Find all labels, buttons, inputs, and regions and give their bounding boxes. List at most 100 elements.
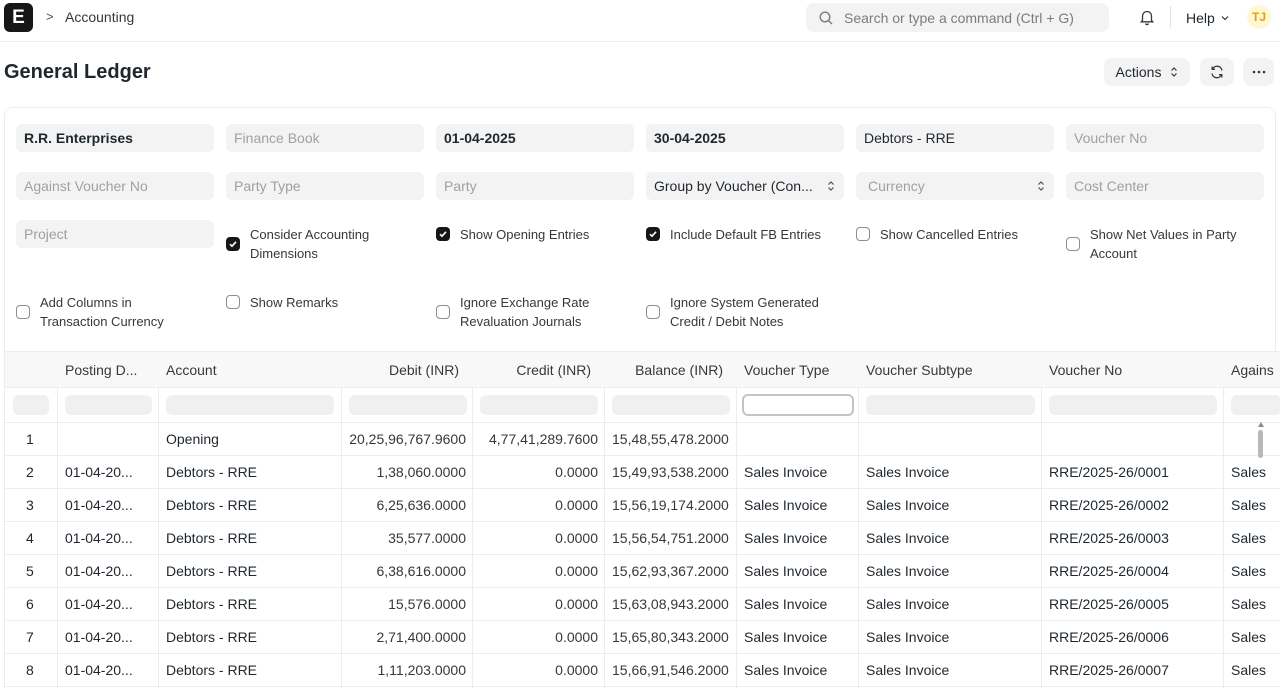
table-scrollbar[interactable] (1258, 422, 1264, 458)
checkbox-box[interactable] (856, 227, 870, 241)
cell-debit[interactable]: 35,577.0000 (342, 522, 473, 555)
filter-input-posting-date[interactable] (65, 395, 152, 415)
cell-voucher-no[interactable]: RRE/2025-26/0007 (1042, 654, 1224, 687)
cell-posting-date[interactable]: 01-04-20... (58, 654, 159, 687)
cell-debit[interactable]: 1,11,203.0000 (342, 654, 473, 687)
cell-against[interactable]: Sales (1224, 654, 1280, 687)
cell-posting-date[interactable] (58, 423, 159, 456)
cell-voucher-subtype[interactable] (859, 423, 1042, 456)
column-header-voucher-no[interactable]: Voucher No (1042, 352, 1224, 389)
cell-against[interactable]: Sales (1224, 621, 1280, 654)
cell-account[interactable]: Debtors - RRE (159, 489, 342, 522)
filter-input-debit[interactable] (349, 395, 467, 415)
cell-debit[interactable]: 6,38,616.0000 (342, 555, 473, 588)
cell-voucher-type[interactable]: Sales Invoice (737, 654, 859, 687)
bell-icon[interactable] (1138, 8, 1156, 26)
cell-voucher-subtype[interactable]: Sales Invoice (859, 489, 1042, 522)
cell-against[interactable]: Sales (1224, 555, 1280, 588)
cell-credit[interactable]: 0.0000 (473, 588, 605, 621)
cell-voucher-subtype[interactable]: Sales Invoice (859, 654, 1042, 687)
column-header-credit[interactable]: Credit (INR) (473, 352, 605, 389)
breadcrumb-accounting[interactable]: Accounting (65, 9, 134, 25)
cell-voucher-subtype[interactable]: Sales Invoice (859, 522, 1042, 555)
add-columns-in-transaction-currency-checkbox[interactable]: Add Columns in Transaction Currency (16, 293, 164, 331)
cell-balance[interactable]: 15,56,54,751.2000 (605, 522, 737, 555)
cell-voucher-no[interactable]: RRE/2025-26/0003 (1042, 522, 1224, 555)
cell-debit[interactable]: 15,576.0000 (342, 588, 473, 621)
table-row[interactable]: 1 Opening 20,25,96,767.9600 4,77,41,289.760… (5, 423, 1280, 456)
checkbox-box[interactable] (226, 237, 240, 251)
cell-posting-date[interactable]: 01-04-20... (58, 588, 159, 621)
cell-posting-date[interactable]: 01-04-20... (58, 522, 159, 555)
cell-voucher-type[interactable]: Sales Invoice (737, 456, 859, 489)
cell-account[interactable]: Debtors - RRE (159, 621, 342, 654)
cell-account[interactable]: Debtors - RRE (159, 555, 342, 588)
app-logo[interactable]: E (4, 3, 33, 32)
cell-voucher-type[interactable] (737, 423, 859, 456)
against-voucher-no-field[interactable]: Against Voucher No (16, 172, 214, 200)
cell-voucher-type[interactable]: Sales Invoice (737, 588, 859, 621)
column-header-against[interactable]: Agains (1224, 352, 1280, 389)
column-header-voucher-type[interactable]: Voucher Type (737, 352, 859, 389)
column-header-posting-date[interactable]: Posting D... (58, 352, 159, 389)
filter-input-voucher-no[interactable] (1049, 395, 1217, 415)
cell-credit[interactable]: 0.0000 (473, 555, 605, 588)
cell-voucher-subtype[interactable]: Sales Invoice (859, 621, 1042, 654)
group-by-select[interactable]: Group by Voucher (Con... (646, 172, 844, 200)
scrollbar-thumb[interactable] (1258, 430, 1263, 458)
table-row[interactable]: 7 01-04-20... Debtors - RRE 2,71,400.0000 0.… (5, 621, 1280, 654)
cell-voucher-no[interactable]: RRE/2025-26/0002 (1042, 489, 1224, 522)
cell-account[interactable]: Debtors - RRE (159, 654, 342, 687)
cell-against[interactable]: Sales (1224, 588, 1280, 621)
cell-posting-date[interactable]: 01-04-20... (58, 555, 159, 588)
cell-posting-date[interactable]: 01-04-20... (58, 621, 159, 654)
cell-balance[interactable]: 15,63,08,943.2000 (605, 588, 737, 621)
actions-button[interactable]: Actions (1104, 58, 1190, 86)
help-menu[interactable]: Help (1186, 10, 1215, 26)
party-field[interactable]: Party (436, 172, 634, 200)
filter-input-balance[interactable] (612, 395, 730, 415)
cell-voucher-type[interactable]: Sales Invoice (737, 555, 859, 588)
cell-balance[interactable]: 15,56,19,174.2000 (605, 489, 737, 522)
cell-voucher-subtype[interactable]: Sales Invoice (859, 555, 1042, 588)
party-type-field[interactable]: Party Type (226, 172, 424, 200)
cell-balance[interactable]: 15,65,80,343.2000 (605, 621, 737, 654)
cell-credit[interactable]: 0.0000 (473, 489, 605, 522)
consider-accounting-dimensions-checkbox[interactable]: Consider Accounting Dimensions (226, 225, 369, 263)
cell-account[interactable]: Debtors - RRE (159, 522, 342, 555)
cell-account[interactable]: Opening (159, 423, 342, 456)
cell-balance[interactable]: 15,48,55,478.2000 (605, 423, 737, 456)
cell-voucher-no[interactable]: RRE/2025-26/0004 (1042, 555, 1224, 588)
ignore-exchange-rate-revaluation-journals-checkbox[interactable]: Ignore Exchange Rate Revaluation Journals (436, 293, 589, 331)
finance-book-field[interactable]: Finance Book (226, 124, 424, 152)
currency-select[interactable]: Currency (856, 172, 1054, 200)
checkbox-box[interactable] (436, 227, 450, 241)
cell-credit[interactable]: 0.0000 (473, 456, 605, 489)
voucher-no-field[interactable]: Voucher No (1066, 124, 1264, 152)
cell-credit[interactable]: 0.0000 (473, 522, 605, 555)
cell-balance[interactable]: 15,62,93,367.2000 (605, 555, 737, 588)
cell-voucher-type[interactable]: Sales Invoice (737, 522, 859, 555)
cell-voucher-no[interactable]: RRE/2025-26/0001 (1042, 456, 1224, 489)
table-row[interactable]: 6 01-04-20... Debtors - RRE 15,576.0000 0.00… (5, 588, 1280, 621)
cell-posting-date[interactable]: 01-04-20... (58, 456, 159, 489)
cell-account[interactable]: Debtors - RRE (159, 456, 342, 489)
show-net-values-in-party-account-checkbox[interactable]: Show Net Values in Party Account (1066, 225, 1236, 263)
table-row[interactable]: 2 01-04-20... Debtors - RRE 1,38,060.0000 0.… (5, 456, 1280, 489)
column-header-account[interactable]: Account (159, 352, 342, 389)
cell-voucher-subtype[interactable]: Sales Invoice (859, 456, 1042, 489)
cell-debit[interactable]: 6,25,636.0000 (342, 489, 473, 522)
table-row[interactable]: 5 01-04-20... Debtors - RRE 6,38,616.0000 0.… (5, 555, 1280, 588)
cell-voucher-no[interactable]: RRE/2025-26/0006 (1042, 621, 1224, 654)
cell-voucher-subtype[interactable]: Sales Invoice (859, 588, 1042, 621)
cell-credit[interactable]: 4,77,41,289.7600 (473, 423, 605, 456)
search-bar[interactable]: Search or type a command (Ctrl + G) (806, 3, 1109, 32)
column-header-voucher-subtype[interactable]: Voucher Subtype (859, 352, 1042, 389)
checkbox-box[interactable] (1066, 237, 1080, 251)
cell-debit[interactable]: 1,38,060.0000 (342, 456, 473, 489)
checkbox-box[interactable] (226, 295, 240, 309)
cell-against[interactable]: Sales (1224, 456, 1280, 489)
filter-input-index[interactable] (13, 395, 49, 415)
cost-center-field[interactable]: Cost Center (1066, 172, 1264, 200)
filter-input-voucher-subtype[interactable] (866, 395, 1035, 415)
